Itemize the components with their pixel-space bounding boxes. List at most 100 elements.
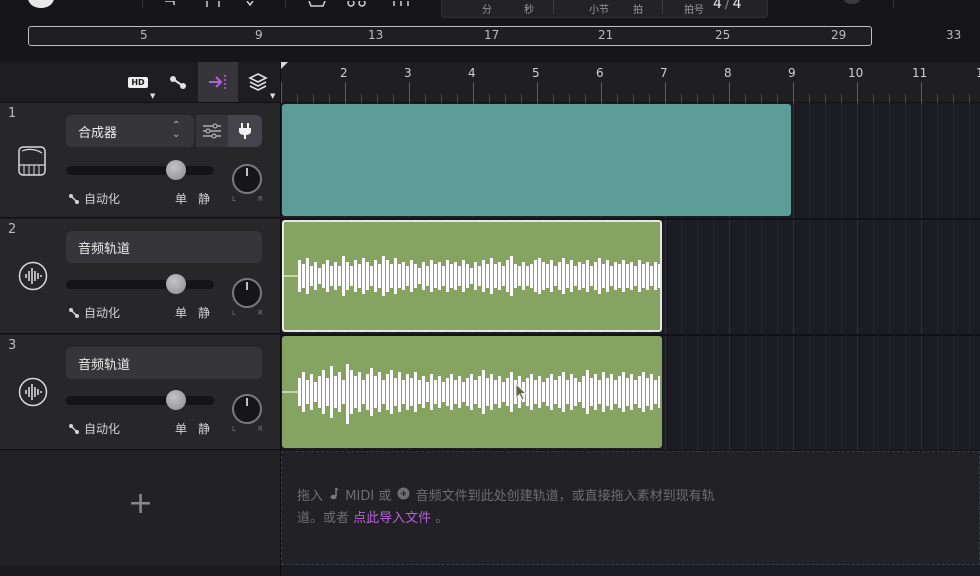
- snap-arrow-icon: [209, 75, 226, 89]
- automation-icon: [69, 193, 79, 204]
- dropdown-arrow-icon: ▼: [270, 92, 276, 100]
- hd-button[interactable]: HD ▼: [118, 62, 158, 102]
- hint-text: 拖入: [297, 489, 324, 504]
- mouse-cursor-icon: [515, 383, 528, 401]
- solo-button[interactable]: 单: [175, 304, 187, 321]
- overview-number: 13: [368, 28, 384, 42]
- track-number: 3: [8, 338, 17, 353]
- volume-slider[interactable]: [66, 396, 214, 405]
- synth-clip[interactable]: [282, 104, 791, 216]
- hd-label: HD: [128, 76, 148, 88]
- overview-number: 25: [715, 28, 731, 42]
- track-name: 音频轨道: [78, 242, 131, 257]
- mute-button[interactable]: 静: [198, 304, 210, 321]
- loop-icon[interactable]: [245, 0, 255, 7]
- plugin-button[interactable]: [228, 115, 262, 147]
- drop-hint: 拖入 MIDI 或 音频文件到此处创建轨道，或直接拖入素材到现有轨 道。或者 点…: [297, 486, 767, 530]
- count-in-icon[interactable]: [346, 0, 368, 7]
- time-unit-min: 分: [482, 5, 492, 16]
- hint-text: 道。或者: [297, 511, 350, 526]
- toolbar-divider: [285, 0, 286, 8]
- play-icon[interactable]: [164, 0, 176, 6]
- volume-slider-thumb[interactable]: [166, 390, 186, 410]
- automation-icon: [69, 307, 79, 318]
- audio-wave-icon: [18, 261, 48, 295]
- track-name-field[interactable]: 音频轨道: [66, 231, 262, 263]
- layers-button[interactable]: ▼: [238, 62, 278, 102]
- mute-button[interactable]: 静: [198, 420, 210, 437]
- overview-number: 21: [598, 28, 614, 42]
- solo-button[interactable]: 单: [175, 420, 187, 437]
- volume-slider[interactable]: [66, 166, 214, 175]
- overview-number: 17: [484, 28, 500, 42]
- curve-node-icon: [170, 76, 186, 89]
- track-name: 音频轨道: [78, 358, 131, 373]
- dropdown-arrow-icon: ▼: [150, 92, 156, 100]
- overview-number: 33: [946, 28, 962, 42]
- track-name-field[interactable]: 音频轨道: [66, 347, 262, 379]
- automation-label: 自动化: [84, 306, 121, 320]
- timesig-label: 拍号: [684, 5, 704, 16]
- track-number: 1: [8, 106, 17, 121]
- pan-left-label: L: [232, 309, 236, 317]
- automation-label: 自动化: [84, 422, 121, 436]
- timesig-denominator: 4: [732, 0, 742, 12]
- stop-icon[interactable]: [206, 0, 220, 7]
- bar-unit-label: 小节: [589, 5, 609, 16]
- overview-number: 5: [140, 28, 148, 42]
- time-divider: [662, 0, 663, 14]
- toolbar-divider: [893, 0, 894, 8]
- hint-text: 音频文件到此处创建轨道，或直接拖入素材到现有轨: [415, 489, 715, 504]
- audio-waveform: [282, 364, 660, 424]
- timesig-numerator: 4: [713, 0, 722, 12]
- automation-toggle[interactable]: 自动化: [68, 420, 120, 437]
- track-name: 合成器: [78, 126, 118, 141]
- volume-slider-thumb[interactable]: [166, 274, 186, 294]
- pan-left-label: L: [232, 425, 236, 433]
- add-track-button[interactable]: +: [128, 489, 153, 519]
- time-divider: [553, 0, 554, 14]
- metronome-icon[interactable]: [308, 0, 326, 7]
- automation-curve-button[interactable]: [158, 62, 198, 102]
- pan-right-label: R: [258, 309, 263, 317]
- overview-number: 29: [831, 28, 847, 42]
- mixer-icon[interactable]: [391, 0, 411, 6]
- mute-button[interactable]: 静: [198, 190, 210, 207]
- pan-left-label: L: [232, 195, 236, 203]
- time-unit-sec: 秒: [524, 5, 534, 16]
- automation-toggle[interactable]: 自动化: [68, 190, 120, 207]
- toolbar-divider: [142, 0, 143, 8]
- audio-wave-small-icon: [395, 486, 411, 508]
- overview-number: 9: [255, 28, 263, 42]
- solo-button[interactable]: 单: [175, 190, 187, 207]
- automation-toggle[interactable]: 自动化: [68, 304, 120, 321]
- instrument-settings-button[interactable]: [196, 115, 228, 147]
- instrument-select[interactable]: 合成器 ⌃ ⌄: [66, 115, 194, 147]
- ruler-ticks: [281, 82, 970, 103]
- pan-knob[interactable]: [232, 394, 262, 424]
- sliders-icon: [203, 123, 221, 139]
- panel-divider[interactable]: [280, 62, 281, 576]
- hint-text: 。: [435, 511, 449, 526]
- hint-text: MIDI 或: [345, 489, 392, 504]
- chevron-updown-icon: ⌃ ⌄: [172, 120, 181, 140]
- pan-knob[interactable]: [232, 278, 262, 308]
- audio-wave-icon: [18, 377, 48, 411]
- audio-waveform: [282, 256, 660, 296]
- snap-to-grid-button[interactable]: [198, 62, 238, 102]
- timesig-value[interactable]: 4 / 4: [713, 0, 742, 12]
- overview-ruler[interactable]: [28, 26, 872, 46]
- volume-slider-thumb[interactable]: [166, 160, 186, 180]
- timesig-slash: /: [724, 0, 730, 12]
- plug-icon: [239, 123, 251, 139]
- midi-note-icon: [327, 486, 341, 508]
- automation-icon: [69, 423, 79, 434]
- pan-right-label: R: [258, 195, 263, 203]
- import-file-link[interactable]: 点此导入文件: [353, 511, 431, 526]
- beat-unit-label: 拍: [633, 5, 643, 16]
- automation-label: 自动化: [84, 192, 121, 206]
- layers-icon: [248, 73, 268, 91]
- piano-icon: [18, 145, 48, 181]
- volume-slider[interactable]: [66, 280, 214, 289]
- pan-knob[interactable]: [232, 164, 262, 194]
